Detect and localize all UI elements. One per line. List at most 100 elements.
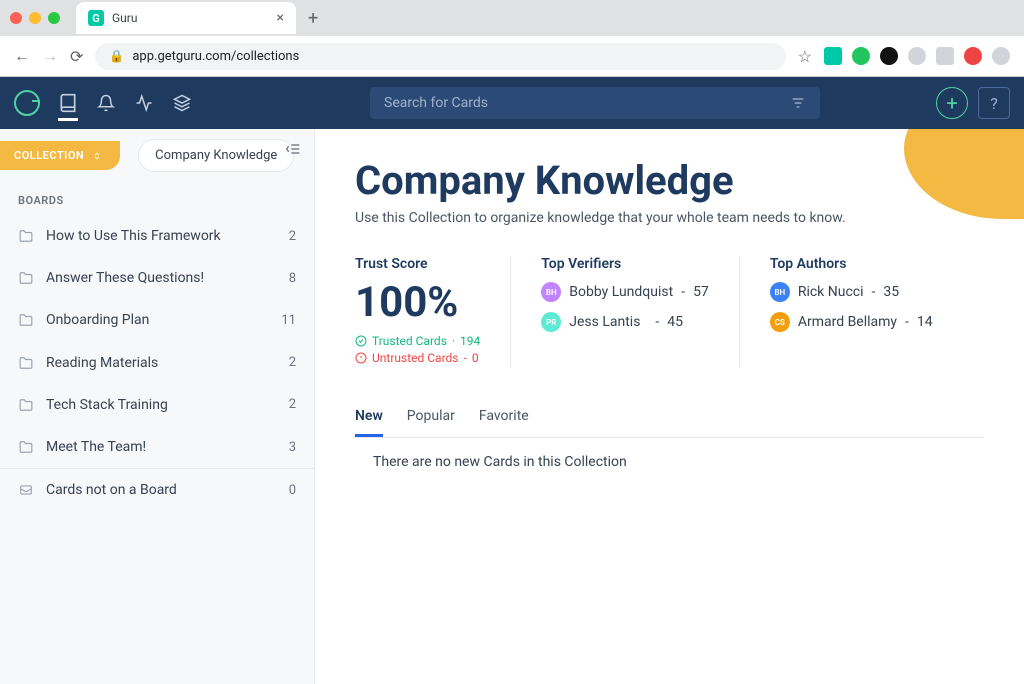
board-name: Onboarding Plan xyxy=(46,311,281,329)
authors-label: Top Authors xyxy=(770,256,933,272)
window-close[interactable] xyxy=(10,12,22,24)
tab-favicon-icon: G xyxy=(88,10,104,26)
bookmark-icon[interactable]: ☆ xyxy=(798,47,812,66)
sidebar: COLLECTION Company Knowledge BOARDS How … xyxy=(0,129,315,684)
board-item[interactable]: Tech Stack Training 2 xyxy=(0,384,314,426)
board-name: Meet The Team! xyxy=(46,438,289,456)
ext-gray1-icon[interactable] xyxy=(908,47,926,65)
collection-label: COLLECTION xyxy=(14,149,84,162)
sort-icon xyxy=(92,151,102,161)
person-name: Jess Lantis xyxy=(569,314,640,330)
page-title: Company Knowledge xyxy=(355,157,984,204)
add-button[interactable]: + xyxy=(936,87,968,119)
person-count: 57 xyxy=(693,284,709,300)
board-count: 8 xyxy=(289,271,296,286)
search-input[interactable]: Search for Cards xyxy=(370,87,820,119)
person-count: 14 xyxy=(917,314,933,330)
url-bar[interactable]: 🔒 app.getguru.com/collections xyxy=(95,43,785,70)
verifiers-label: Top Verifiers xyxy=(541,256,709,272)
filter-icon[interactable] xyxy=(790,95,806,111)
person-name: Rick Nucci xyxy=(798,284,864,300)
ext-green-icon[interactable] xyxy=(852,47,870,65)
trusted-cards-line: Trusted Cards · 194 xyxy=(355,334,480,348)
window-minimize[interactable] xyxy=(29,12,41,24)
board-count: 3 xyxy=(289,440,296,455)
browser-toolbar: ← → ⟳ 🔒 app.getguru.com/collections ☆ xyxy=(0,36,1024,76)
folder-icon xyxy=(18,356,34,370)
collection-name-pill[interactable]: Company Knowledge xyxy=(138,139,294,172)
top-authors-section: Top Authors BH Rick Nucci - 35 CS Armard… xyxy=(770,256,963,368)
ext-camera-icon[interactable] xyxy=(992,47,1010,65)
author-row[interactable]: CS Armard Bellamy - 14 xyxy=(770,312,933,332)
app-header: Search for Cards + ? xyxy=(0,77,1024,129)
trust-label: Trust Score xyxy=(355,256,480,272)
search-placeholder: Search for Cards xyxy=(384,95,488,111)
check-circle-icon xyxy=(355,335,367,347)
nav-collections-icon[interactable] xyxy=(172,93,192,113)
avatar: BH xyxy=(541,282,561,302)
tab-close-icon[interactable]: × xyxy=(277,10,284,26)
board-count: 2 xyxy=(289,355,296,370)
reload-icon[interactable]: ⟳ xyxy=(70,47,83,66)
avatar: BH xyxy=(770,282,790,302)
person-name: Bobby Lundquist xyxy=(569,284,673,300)
verifier-row[interactable]: BH Bobby Lundquist - 57 xyxy=(541,282,709,302)
tab-popular[interactable]: Popular xyxy=(407,408,455,437)
board-name: Cards not on a Board xyxy=(46,481,289,499)
nav-library-icon[interactable] xyxy=(58,101,78,121)
cards-not-on-board[interactable]: Cards not on a Board 0 xyxy=(0,469,314,511)
person-count: 35 xyxy=(883,284,899,300)
back-icon[interactable]: ← xyxy=(14,46,30,66)
folder-icon xyxy=(18,398,34,412)
folder-icon xyxy=(18,440,34,454)
board-name: Tech Stack Training xyxy=(46,396,289,414)
stats-row: Trust Score 100% Trusted Cards · 194 Unt… xyxy=(355,256,984,368)
board-name: How to Use This Framework xyxy=(46,227,289,245)
board-item[interactable]: Meet The Team! 3 xyxy=(0,426,314,468)
url-text: app.getguru.com/collections xyxy=(132,49,299,64)
window-maximize[interactable] xyxy=(48,12,60,24)
collapse-sidebar-icon[interactable] xyxy=(286,141,302,161)
folder-icon xyxy=(18,271,34,285)
ext-black-icon[interactable] xyxy=(880,47,898,65)
tab-new[interactable]: New xyxy=(355,408,383,437)
board-count: 0 xyxy=(289,483,296,498)
guru-logo-icon[interactable] xyxy=(14,90,40,116)
folder-icon xyxy=(18,313,34,327)
avatar: CS xyxy=(770,312,790,332)
ext-guru-icon[interactable] xyxy=(824,47,842,65)
browser-tab[interactable]: G Guru × xyxy=(76,2,296,34)
author-row[interactable]: BH Rick Nucci - 35 xyxy=(770,282,933,302)
board-item[interactable]: Reading Materials 2 xyxy=(0,342,314,384)
help-button[interactable]: ? xyxy=(978,87,1010,119)
person-count: 45 xyxy=(667,314,683,330)
app-body: COLLECTION Company Knowledge BOARDS How … xyxy=(0,129,1024,684)
browser-chrome: G Guru × + ← → ⟳ 🔒 app.getguru.com/colle… xyxy=(0,0,1024,77)
person-name: Armard Bellamy xyxy=(798,314,897,330)
nav-notifications-icon[interactable] xyxy=(96,93,116,113)
nav-analytics-icon[interactable] xyxy=(134,93,154,113)
board-count: 2 xyxy=(289,397,296,412)
ext-red-icon[interactable] xyxy=(964,47,982,65)
tab-strip: G Guru × + xyxy=(0,0,1024,36)
content-tabs: New Popular Favorite xyxy=(355,408,984,438)
top-verifiers-section: Top Verifiers BH Bobby Lundquist - 57 PR… xyxy=(541,256,740,368)
board-item[interactable]: Onboarding Plan 11 xyxy=(0,299,314,341)
board-name: Reading Materials xyxy=(46,354,289,372)
avatar: PR xyxy=(541,312,561,332)
folder-icon xyxy=(18,229,34,243)
board-item[interactable]: How to Use This Framework 2 xyxy=(0,215,314,257)
main-content: Company Knowledge Use this Collection to… xyxy=(315,129,1024,684)
verifier-row[interactable]: PR Jess Lantis - 45 xyxy=(541,312,709,332)
collection-tab[interactable]: COLLECTION xyxy=(0,141,120,170)
board-name: Answer These Questions! xyxy=(46,269,289,287)
board-count: 11 xyxy=(281,313,296,328)
empty-message: There are no new Cards in this Collectio… xyxy=(355,454,984,470)
board-item[interactable]: Answer These Questions! 8 xyxy=(0,257,314,299)
alert-circle-icon xyxy=(355,352,367,364)
new-tab-button[interactable]: + xyxy=(302,8,324,29)
ext-gray2-icon[interactable] xyxy=(936,47,954,65)
forward-icon[interactable]: → xyxy=(42,46,58,66)
tab-favorite[interactable]: Favorite xyxy=(479,408,529,437)
boards-label: BOARDS xyxy=(0,182,314,215)
